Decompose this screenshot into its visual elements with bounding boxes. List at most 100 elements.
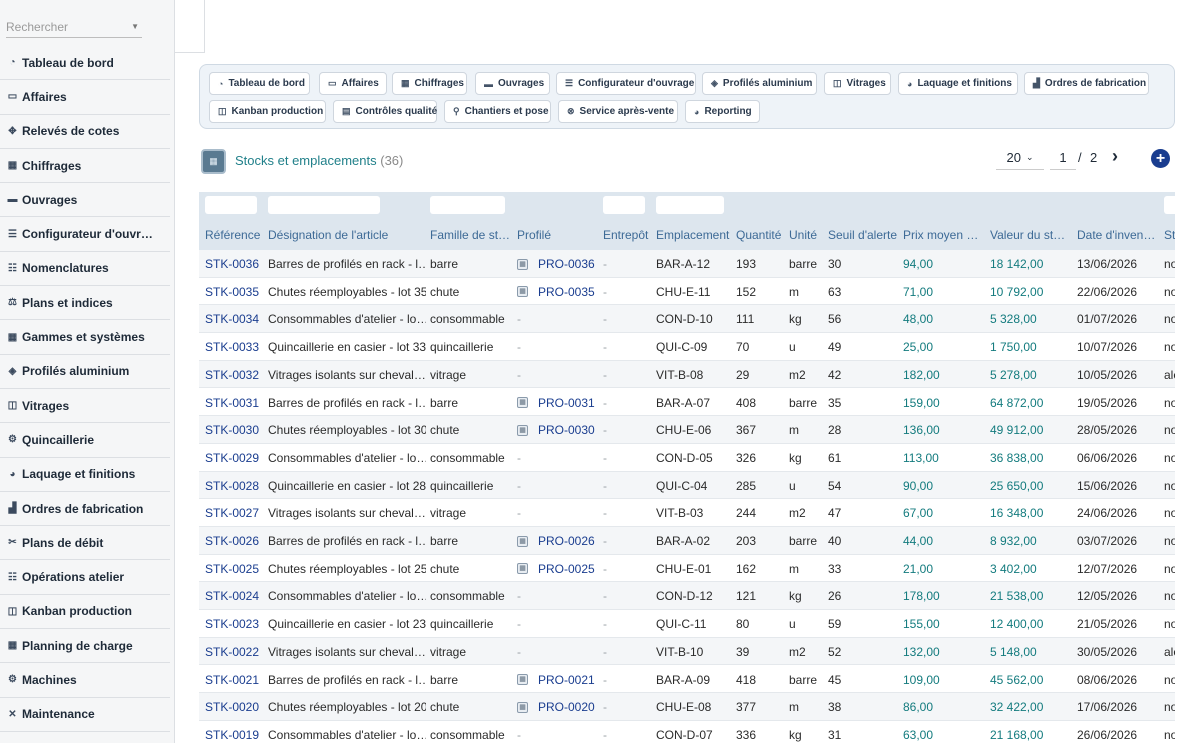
sidebar-item-3[interactable]: ▦ Chiffrages bbox=[0, 149, 170, 184]
reference-link[interactable]: STK-0035 bbox=[205, 285, 265, 299]
column-header[interactable]: Date d'inven… bbox=[1077, 228, 1161, 242]
current-page-input[interactable]: 1 bbox=[1050, 146, 1076, 170]
nav-pill-row1-7[interactable]: ◕ Laquage et finitions bbox=[898, 72, 1018, 95]
table-row[interactable]: STK-0035 Chutes réemployables - lot 35 chu… bbox=[199, 278, 1175, 306]
column-header[interactable]: Profilé bbox=[517, 228, 597, 242]
reference-link[interactable]: STK-0032 bbox=[205, 368, 265, 382]
profile-link[interactable]: ▦ PRO-0025 bbox=[517, 562, 597, 576]
nav-pill-row1-6[interactable]: ◫ Vitrages bbox=[824, 72, 891, 95]
reference-link[interactable]: STK-0019 bbox=[205, 728, 265, 742]
sidebar-item-16[interactable]: ◫ Kanban production bbox=[0, 595, 170, 630]
reference-link[interactable]: STK-0026 bbox=[205, 534, 265, 548]
sidebar-item-5[interactable]: ☰ Configurateur d'ouvr… bbox=[0, 217, 170, 252]
reference-link[interactable]: STK-0025 bbox=[205, 562, 265, 576]
table-row[interactable]: STK-0031 Barres de profilés en rack - l… b… bbox=[199, 389, 1175, 417]
sidebar-item-0[interactable]: ◔ Tableau de bord bbox=[0, 46, 170, 81]
column-header[interactable]: Seuil d'alerte bbox=[828, 228, 900, 242]
nav-pill-row1-2[interactable]: ▦ Chiffrages bbox=[392, 72, 467, 95]
table-row[interactable]: STK-0034 Consommables d'atelier - lo… cons… bbox=[199, 305, 1175, 334]
column-header[interactable]: St bbox=[1164, 228, 1175, 242]
column-filter-input[interactable] bbox=[603, 196, 645, 214]
sidebar-item-8[interactable]: ▦ Gammes et systèmes bbox=[0, 320, 170, 355]
reference-link[interactable]: STK-0036 bbox=[205, 257, 265, 271]
nav-pill-row1-5[interactable]: ◈ Profilés aluminium bbox=[702, 72, 817, 95]
reference-link[interactable]: STK-0033 bbox=[205, 340, 265, 354]
nav-pill-row1-0[interactable]: ◔ Tableau de bord bbox=[209, 72, 310, 95]
table-row[interactable]: STK-0024 Consommables d'atelier - lo… cons… bbox=[199, 582, 1175, 611]
sidebar-item-9[interactable]: ◈ Profilés aluminium bbox=[0, 355, 170, 389]
column-header[interactable]: Quantité bbox=[736, 228, 786, 242]
column-filter-input[interactable] bbox=[430, 196, 505, 214]
table-row[interactable]: STK-0033 Quincaillerie en casier - lot 33… bbox=[199, 333, 1175, 361]
table-row[interactable]: STK-0032 Vitrages isolants sur cheval… vit… bbox=[199, 360, 1175, 389]
sidebar-item-1[interactable]: ▭ Affaires bbox=[0, 80, 170, 115]
profile-link[interactable]: ▦ PRO-0030 bbox=[517, 423, 597, 437]
table-row[interactable]: STK-0022 Vitrages isolants sur cheval… vit… bbox=[199, 637, 1175, 666]
column-header[interactable]: Unité bbox=[789, 228, 824, 242]
sidebar-item-4[interactable]: ▬ Ouvrages bbox=[0, 183, 170, 218]
column-header[interactable]: Référence bbox=[205, 228, 265, 242]
table-row[interactable]: STK-0021 Barres de profilés en rack - l… b… bbox=[199, 666, 1175, 694]
next-page-button[interactable]: › bbox=[1112, 146, 1118, 167]
nav-pill-row2-4[interactable]: ◕ Reporting bbox=[685, 100, 760, 123]
reference-link[interactable]: STK-0022 bbox=[205, 645, 265, 659]
reference-link[interactable]: STK-0021 bbox=[205, 673, 265, 687]
nav-pill-row1-4[interactable]: ☰ Configurateur d'ouvrage bbox=[556, 72, 696, 95]
reference-link[interactable]: STK-0027 bbox=[205, 506, 265, 520]
nav-pill-row1-3[interactable]: ▬ Ouvrages bbox=[475, 72, 550, 95]
reference-link[interactable]: STK-0030 bbox=[205, 423, 265, 437]
sidebar-item-15[interactable]: ☷ Opérations atelier bbox=[0, 560, 170, 595]
sidebar-item-17[interactable]: ▦ Planning de charge bbox=[0, 629, 170, 664]
profile-link[interactable]: ▦ PRO-0036 bbox=[517, 257, 597, 271]
sidebar-item-6[interactable]: ☷ Nomenclatures bbox=[0, 252, 170, 287]
table-row[interactable]: STK-0030 Chutes réemployables - lot 30 chu… bbox=[199, 416, 1175, 444]
reference-link[interactable]: STK-0024 bbox=[205, 589, 265, 603]
sidebar-item-10[interactable]: ◫ Vitrages bbox=[0, 389, 170, 424]
column-filter-input[interactable] bbox=[656, 196, 724, 214]
sidebar-item-11[interactable]: ⚙ Quincaillerie bbox=[0, 423, 170, 458]
reference-link[interactable]: STK-0034 bbox=[205, 312, 265, 326]
nav-pill-row2-2[interactable]: ⚲ Chantiers et pose bbox=[444, 100, 551, 123]
table-row[interactable]: STK-0025 Chutes réemployables - lot 25 chu… bbox=[199, 555, 1175, 583]
nav-pill-row2-0[interactable]: ◫ Kanban production bbox=[209, 100, 326, 123]
column-header[interactable]: Entrepôt bbox=[603, 228, 653, 242]
sidebar-item-7[interactable]: ⚖ Plans et indices bbox=[0, 286, 170, 321]
reference-link[interactable]: STK-0023 bbox=[205, 617, 265, 631]
reference-link[interactable]: STK-0020 bbox=[205, 700, 265, 714]
sidebar-item-2[interactable]: ✥ Relevés de cotes bbox=[0, 115, 170, 149]
column-header[interactable]: Désignation de l'article bbox=[268, 228, 426, 242]
reference-link[interactable]: STK-0031 bbox=[205, 396, 265, 410]
profile-link[interactable]: ▦ PRO-0026 bbox=[517, 534, 597, 548]
sidebar-item-14[interactable]: ✂ Plans de débit bbox=[0, 526, 170, 561]
sidebar-item-13[interactable]: ▟ Ordres de fabrication bbox=[0, 492, 170, 527]
column-header[interactable]: Prix moyen … bbox=[903, 228, 987, 242]
reference-link[interactable]: STK-0029 bbox=[205, 451, 265, 465]
nav-pill-row2-1[interactable]: ▤ Contrôles qualité bbox=[333, 100, 437, 123]
column-filter-input[interactable] bbox=[1164, 196, 1175, 214]
column-header[interactable]: Famille de st… bbox=[430, 228, 515, 242]
table-row[interactable]: STK-0023 Quincaillerie en casier - lot 23… bbox=[199, 610, 1175, 638]
column-header[interactable]: Emplacement bbox=[656, 228, 731, 242]
table-row[interactable]: STK-0019 Consommables d'atelier - lo… cons… bbox=[199, 721, 1175, 743]
table-row[interactable]: STK-0027 Vitrages isolants sur cheval… vit… bbox=[199, 499, 1175, 527]
column-filter-input[interactable] bbox=[205, 196, 257, 214]
nav-pill-row2-3[interactable]: ⊗ Service après-vente bbox=[558, 100, 678, 123]
reference-link[interactable]: STK-0028 bbox=[205, 479, 265, 493]
profile-link[interactable]: ▦ PRO-0035 bbox=[517, 285, 597, 299]
table-row[interactable]: STK-0029 Consommables d'atelier - lo… cons… bbox=[199, 444, 1175, 472]
table-row[interactable]: STK-0020 Chutes réemployables - lot 20 chu… bbox=[199, 693, 1175, 721]
profile-link[interactable]: ▦ PRO-0020 bbox=[517, 700, 597, 714]
nav-pill-row1-1[interactable]: ▭ Affaires bbox=[319, 72, 387, 95]
add-record-button[interactable]: + bbox=[1151, 149, 1170, 168]
profile-link[interactable]: ▦ PRO-0021 bbox=[517, 673, 597, 687]
nav-pill-row1-8[interactable]: ▟ Ordres de fabrication bbox=[1024, 72, 1149, 95]
sidebar-item-12[interactable]: ◕ Laquage et finitions bbox=[0, 458, 170, 492]
page-size-select[interactable]: 20 ⌄ bbox=[996, 146, 1044, 170]
table-row[interactable]: STK-0028 Quincaillerie en casier - lot 28… bbox=[199, 471, 1175, 500]
column-filter-input[interactable] bbox=[268, 196, 380, 214]
search-select[interactable]: Rechercher ▼ bbox=[6, 16, 142, 38]
table-row[interactable]: STK-0036 Barres de profilés en rack - l… b… bbox=[199, 250, 1175, 278]
profile-link[interactable]: ▦ PRO-0031 bbox=[517, 396, 597, 410]
sidebar-item-19[interactable]: ✕ Maintenance bbox=[0, 698, 170, 732]
column-header[interactable]: Valeur du st… bbox=[990, 228, 1074, 242]
